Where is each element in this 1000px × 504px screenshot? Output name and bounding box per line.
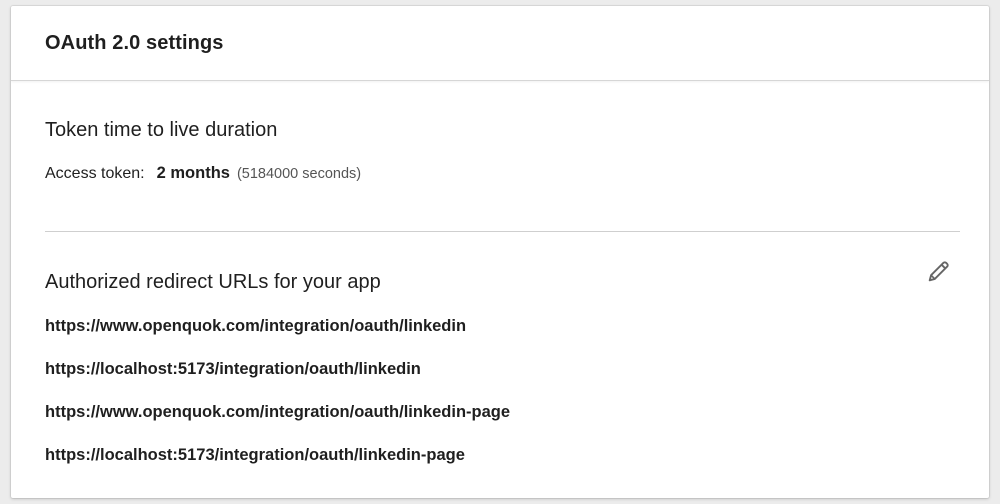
redirect-url-item: https://localhost:5173/integration/oauth…: [45, 446, 465, 464]
edit-redirect-urls-button[interactable]: [924, 256, 954, 286]
redirect-url-item: https://www.openquok.com/integration/oau…: [45, 317, 467, 335]
card-header: OAuth 2.0 settings: [11, 6, 989, 81]
oauth-settings-card: OAuth 2.0 settings Token time to live du…: [11, 6, 989, 498]
redirect-url-item: https://localhost:5173/integration/oauth…: [45, 360, 421, 378]
token-ttl-heading: Token time to live duration: [45, 119, 278, 141]
access-token-seconds: (5184000 seconds): [236, 166, 362, 182]
redirect-url-item: https://www.openquok.com/integration/oau…: [45, 403, 511, 421]
page-title: OAuth 2.0 settings: [45, 31, 224, 54]
pencil-icon: [928, 261, 949, 282]
token-ttl-section: Token time to live duration Access token…: [45, 81, 960, 232]
access-token-label: Access token:: [45, 165, 145, 182]
access-token-row: Access token: 2 months (5184000 seconds): [45, 163, 960, 184]
redirect-urls-section: Authorized redirect URLs for your app ht…: [45, 232, 960, 466]
access-token-value: 2 months: [156, 164, 230, 182]
redirect-url-list: https://www.openquok.com/integration/oau…: [45, 315, 960, 466]
redirect-urls-heading: Authorized redirect URLs for your app: [45, 271, 381, 293]
